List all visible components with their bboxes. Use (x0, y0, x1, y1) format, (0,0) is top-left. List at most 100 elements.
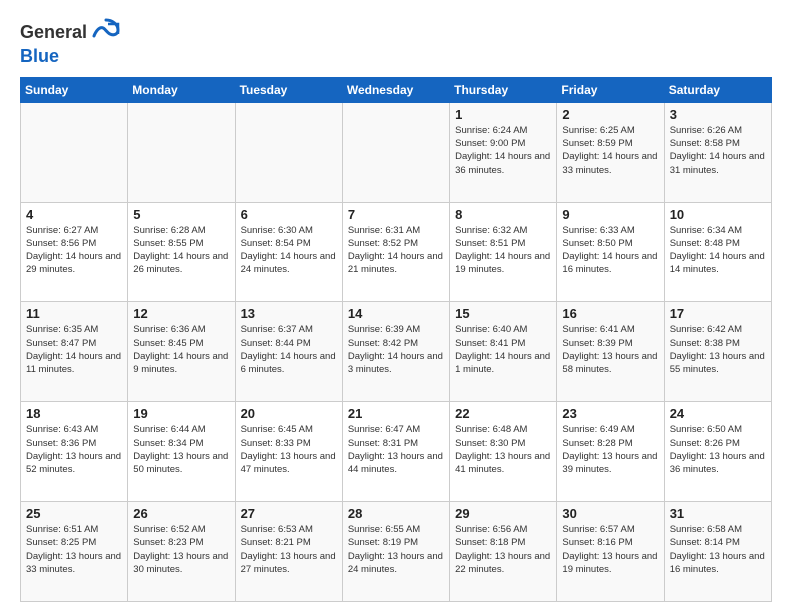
day-number: 13 (241, 306, 337, 321)
calendar-cell (128, 102, 235, 202)
page: General Blue SundayMondayTuesdayWednesda… (0, 0, 792, 612)
day-detail: Sunrise: 6:47 AMSunset: 8:31 PMDaylight:… (348, 423, 444, 476)
day-detail: Sunrise: 6:48 AMSunset: 8:30 PMDaylight:… (455, 423, 551, 476)
day-detail: Sunrise: 6:37 AMSunset: 8:44 PMDaylight:… (241, 323, 337, 376)
calendar-table: SundayMondayTuesdayWednesdayThursdayFrid… (20, 77, 772, 602)
weekday-header-thursday: Thursday (450, 77, 557, 102)
calendar-week-4: 18 Sunrise: 6:43 AMSunset: 8:36 PMDayligh… (21, 402, 772, 502)
day-number: 27 (241, 506, 337, 521)
day-detail: Sunrise: 6:30 AMSunset: 8:54 PMDaylight:… (241, 224, 337, 277)
day-number: 14 (348, 306, 444, 321)
day-number: 5 (133, 207, 229, 222)
day-number: 24 (670, 406, 766, 421)
day-detail: Sunrise: 6:53 AMSunset: 8:21 PMDaylight:… (241, 523, 337, 576)
day-detail: Sunrise: 6:25 AMSunset: 8:59 PMDaylight:… (562, 124, 658, 177)
day-detail: Sunrise: 6:32 AMSunset: 8:51 PMDaylight:… (455, 224, 551, 277)
day-number: 29 (455, 506, 551, 521)
calendar-cell: 11 Sunrise: 6:35 AMSunset: 8:47 PMDayligh… (21, 302, 128, 402)
weekday-header-wednesday: Wednesday (342, 77, 449, 102)
day-detail: Sunrise: 6:24 AMSunset: 9:00 PMDaylight:… (455, 124, 551, 177)
calendar-body: 1 Sunrise: 6:24 AMSunset: 9:00 PMDaylight… (21, 102, 772, 601)
day-detail: Sunrise: 6:58 AMSunset: 8:14 PMDaylight:… (670, 523, 766, 576)
day-detail: Sunrise: 6:51 AMSunset: 8:25 PMDaylight:… (26, 523, 122, 576)
day-number: 31 (670, 506, 766, 521)
day-detail: Sunrise: 6:49 AMSunset: 8:28 PMDaylight:… (562, 423, 658, 476)
header: General Blue (20, 16, 772, 67)
day-number: 8 (455, 207, 551, 222)
day-number: 3 (670, 107, 766, 122)
day-detail: Sunrise: 6:41 AMSunset: 8:39 PMDaylight:… (562, 323, 658, 376)
calendar-week-3: 11 Sunrise: 6:35 AMSunset: 8:47 PMDayligh… (21, 302, 772, 402)
logo: General Blue (20, 16, 122, 67)
calendar-cell: 5Sunrise: 6:28 AMSunset: 8:55 PMDaylight… (128, 202, 235, 302)
day-detail: Sunrise: 6:45 AMSunset: 8:33 PMDaylight:… (241, 423, 337, 476)
day-number: 21 (348, 406, 444, 421)
day-number: 23 (562, 406, 658, 421)
day-detail: Sunrise: 6:56 AMSunset: 8:18 PMDaylight:… (455, 523, 551, 576)
day-number: 26 (133, 506, 229, 521)
calendar-cell: 25 Sunrise: 6:51 AMSunset: 8:25 PMDayligh… (21, 502, 128, 602)
day-detail: Sunrise: 6:55 AMSunset: 8:19 PMDaylight:… (348, 523, 444, 576)
day-number: 10 (670, 207, 766, 222)
day-number: 1 (455, 107, 551, 122)
day-number: 22 (455, 406, 551, 421)
calendar-week-2: 4Sunrise: 6:27 AMSunset: 8:56 PMDaylight… (21, 202, 772, 302)
day-number: 16 (562, 306, 658, 321)
day-detail: Sunrise: 6:35 AMSunset: 8:47 PMDaylight:… (26, 323, 122, 376)
calendar-cell: 17 Sunrise: 6:42 AMSunset: 8:38 PMDayligh… (664, 302, 771, 402)
weekday-row: SundayMondayTuesdayWednesdayThursdayFrid… (21, 77, 772, 102)
calendar-cell: 3 Sunrise: 6:26 AMSunset: 8:58 PMDaylight… (664, 102, 771, 202)
calendar-cell: 24 Sunrise: 6:50 AMSunset: 8:26 PMDayligh… (664, 402, 771, 502)
day-number: 6 (241, 207, 337, 222)
day-number: 11 (26, 306, 122, 321)
day-detail: Sunrise: 6:42 AMSunset: 8:38 PMDaylight:… (670, 323, 766, 376)
weekday-header-friday: Friday (557, 77, 664, 102)
calendar-cell: 28 Sunrise: 6:55 AMSunset: 8:19 PMDayligh… (342, 502, 449, 602)
calendar-cell: 10 Sunrise: 6:34 AMSunset: 8:48 PMDayligh… (664, 202, 771, 302)
calendar-cell: 6 Sunrise: 6:30 AMSunset: 8:54 PMDaylight… (235, 202, 342, 302)
day-number: 2 (562, 107, 658, 122)
day-number: 19 (133, 406, 229, 421)
calendar-cell: 13 Sunrise: 6:37 AMSunset: 8:44 PMDayligh… (235, 302, 342, 402)
calendar-cell (342, 102, 449, 202)
day-detail: Sunrise: 6:31 AMSunset: 8:52 PMDaylight:… (348, 224, 444, 277)
day-detail: Sunrise: 6:43 AMSunset: 8:36 PMDaylight:… (26, 423, 122, 476)
calendar-cell (235, 102, 342, 202)
logo-blue: Blue (20, 46, 122, 67)
day-number: 28 (348, 506, 444, 521)
calendar-cell: 7Sunrise: 6:31 AMSunset: 8:52 PMDaylight… (342, 202, 449, 302)
weekday-header-monday: Monday (128, 77, 235, 102)
day-detail: Sunrise: 6:34 AMSunset: 8:48 PMDaylight:… (670, 224, 766, 277)
calendar-cell: 22 Sunrise: 6:48 AMSunset: 8:30 PMDayligh… (450, 402, 557, 502)
day-number: 30 (562, 506, 658, 521)
calendar-cell: 18 Sunrise: 6:43 AMSunset: 8:36 PMDayligh… (21, 402, 128, 502)
calendar-cell: 27 Sunrise: 6:53 AMSunset: 8:21 PMDayligh… (235, 502, 342, 602)
calendar-cell: 4Sunrise: 6:27 AMSunset: 8:56 PMDaylight… (21, 202, 128, 302)
day-detail: Sunrise: 6:26 AMSunset: 8:58 PMDaylight:… (670, 124, 766, 177)
weekday-header-sunday: Sunday (21, 77, 128, 102)
calendar-cell: 19 Sunrise: 6:44 AMSunset: 8:34 PMDayligh… (128, 402, 235, 502)
day-detail: Sunrise: 6:40 AMSunset: 8:41 PMDaylight:… (455, 323, 551, 376)
calendar-cell: 26 Sunrise: 6:52 AMSunset: 8:23 PMDayligh… (128, 502, 235, 602)
day-detail: Sunrise: 6:27 AMSunset: 8:56 PMDaylight:… (26, 224, 122, 277)
calendar-cell: 14Sunrise: 6:39 AMSunset: 8:42 PMDayligh… (342, 302, 449, 402)
calendar-cell: 20Sunrise: 6:45 AMSunset: 8:33 PMDayligh… (235, 402, 342, 502)
calendar-week-1: 1 Sunrise: 6:24 AMSunset: 9:00 PMDaylight… (21, 102, 772, 202)
day-detail: Sunrise: 6:36 AMSunset: 8:45 PMDaylight:… (133, 323, 229, 376)
day-detail: Sunrise: 6:57 AMSunset: 8:16 PMDaylight:… (562, 523, 658, 576)
day-number: 25 (26, 506, 122, 521)
day-number: 18 (26, 406, 122, 421)
day-number: 17 (670, 306, 766, 321)
day-detail: Sunrise: 6:44 AMSunset: 8:34 PMDaylight:… (133, 423, 229, 476)
day-number: 9 (562, 207, 658, 222)
calendar-cell: 21 Sunrise: 6:47 AMSunset: 8:31 PMDayligh… (342, 402, 449, 502)
calendar-cell: 23 Sunrise: 6:49 AMSunset: 8:28 PMDayligh… (557, 402, 664, 502)
calendar-cell: 30 Sunrise: 6:57 AMSunset: 8:16 PMDayligh… (557, 502, 664, 602)
day-detail: Sunrise: 6:33 AMSunset: 8:50 PMDaylight:… (562, 224, 658, 277)
day-detail: Sunrise: 6:50 AMSunset: 8:26 PMDaylight:… (670, 423, 766, 476)
logo-general: General (20, 22, 87, 43)
day-number: 12 (133, 306, 229, 321)
day-detail: Sunrise: 6:52 AMSunset: 8:23 PMDaylight:… (133, 523, 229, 576)
calendar-cell: 16 Sunrise: 6:41 AMSunset: 8:39 PMDayligh… (557, 302, 664, 402)
calendar-week-5: 25 Sunrise: 6:51 AMSunset: 8:25 PMDayligh… (21, 502, 772, 602)
